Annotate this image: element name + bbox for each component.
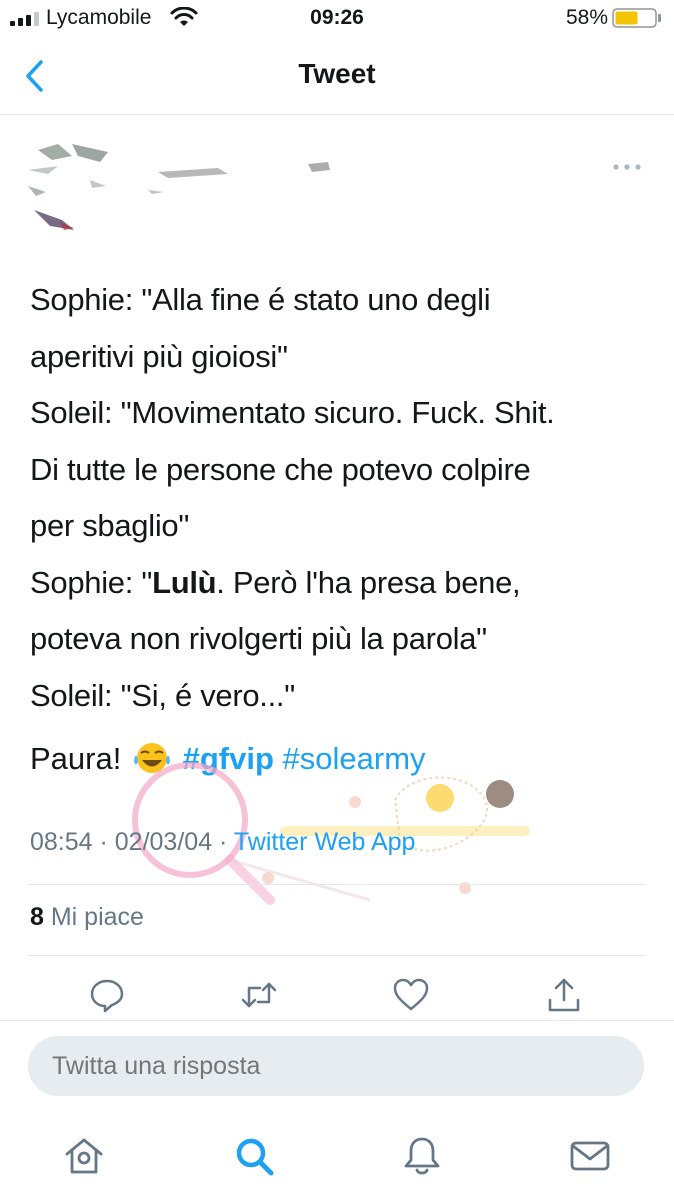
source-link[interactable]: Twitter Web App bbox=[234, 828, 416, 856]
tab-bar bbox=[0, 1120, 674, 1200]
tweet-meta: 08:54 · 02/03/04 · Twitter Web App bbox=[30, 828, 416, 856]
tweet-text-fragment: . Però l'ha presa bene, bbox=[216, 564, 521, 600]
tweet-closing: Paura! #gfvip #solearmy bbox=[30, 734, 426, 784]
retweet-icon[interactable] bbox=[240, 976, 278, 1014]
home-icon[interactable] bbox=[62, 1134, 106, 1178]
tweet-text: Sophie: "Alla fine é stato uno degli ape… bbox=[30, 272, 650, 724]
timestamp: 08:54 · 02/03/04 bbox=[30, 828, 213, 856]
battery-icon bbox=[612, 8, 661, 28]
tweet-line: poteva non rivolgerti più la parola" bbox=[30, 621, 487, 656]
likes-stat[interactable]: 8 Mi piace bbox=[30, 903, 144, 932]
tweet-line: Sophie: "Alla fine é stato uno degli bbox=[30, 282, 491, 317]
tweet-line: Soleil: "Movimentato sicuro. Fuck. Shit. bbox=[30, 395, 555, 430]
share-icon[interactable] bbox=[545, 976, 583, 1014]
reply-icon[interactable] bbox=[88, 976, 126, 1014]
tweet-line: Sophie: "Lulù. Però l'ha presa bene, bbox=[30, 555, 650, 612]
divider bbox=[28, 884, 646, 885]
tears-of-joy-emoji bbox=[133, 743, 170, 773]
hashtag-link[interactable]: #solearmy bbox=[283, 741, 426, 776]
notifications-icon[interactable] bbox=[400, 1134, 444, 1178]
tweet-actions bbox=[0, 970, 674, 1020]
likes-label: Mi piace bbox=[50, 903, 144, 931]
battery-percent: 58% bbox=[565, 6, 608, 29]
nav-bar: Tweet bbox=[0, 38, 674, 115]
divider bbox=[0, 1020, 674, 1021]
likes-count: 8 bbox=[30, 903, 44, 931]
page-title: Tweet bbox=[298, 58, 376, 89]
bold-name: Lulù bbox=[152, 564, 217, 600]
more-options-icon[interactable] bbox=[612, 160, 642, 174]
messages-icon[interactable] bbox=[568, 1134, 612, 1178]
tweet-author[interactable] bbox=[28, 140, 628, 240]
reply-input[interactable] bbox=[28, 1036, 644, 1096]
tweet-line: aperitivi più gioiosi" bbox=[30, 338, 288, 374]
redacted-author-image bbox=[28, 144, 330, 230]
status-bar: Lycamobile 09:26 58% bbox=[0, 0, 674, 38]
hashtag-link[interactable]: #gfvip bbox=[183, 741, 274, 776]
tweet-line: Di tutte le persone che potevo colpire bbox=[30, 451, 531, 487]
like-icon[interactable] bbox=[392, 976, 430, 1014]
search-icon[interactable] bbox=[232, 1134, 276, 1178]
tweet-text-fragment: Sophie: " bbox=[30, 564, 153, 600]
divider bbox=[28, 955, 646, 956]
closing-text: Paura! bbox=[30, 741, 122, 776]
tweet-line: per sbaglio" bbox=[30, 508, 190, 543]
tweet-line: Soleil: "Si, é vero..." bbox=[30, 677, 295, 713]
